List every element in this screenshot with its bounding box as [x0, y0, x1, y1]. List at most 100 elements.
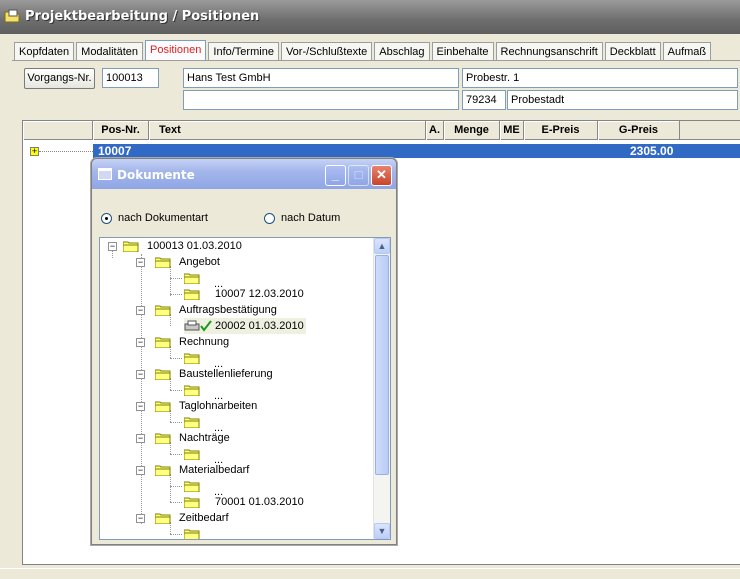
collapse-icon[interactable]: −: [136, 433, 145, 443]
tab-strip: Kopfdaten Modalitäten Positionen Info/Te…: [14, 40, 713, 61]
collapse-icon[interactable]: −: [136, 369, 145, 379]
tree-item[interactable]: [184, 414, 208, 430]
radio-by-type[interactable]: nach Dokumentart: [101, 212, 208, 224]
window-icon: [98, 168, 112, 180]
tree-item[interactable]: [184, 270, 208, 286]
tree-group-taglohnarbeiten[interactable]: − Taglohnarbeiten: [136, 398, 257, 414]
tree-group-baustellenlieferung[interactable]: − Baustellenlieferung: [136, 366, 273, 382]
tab-abschlag[interactable]: Abschlag: [374, 42, 430, 61]
tree-group-auftragsbestaetigung[interactable]: − Auftragsbestätigung: [136, 302, 277, 318]
tab-rechnungsanschrift[interactable]: Rechnungsanschrift: [495, 42, 603, 61]
document-tree[interactable]: − 100013 01.03.2010 − Angebot ... 10007 …: [99, 237, 391, 540]
tree-group-rechnung[interactable]: − Rechnung: [136, 334, 229, 350]
row-g-preis: 2305.00: [630, 144, 674, 158]
zip-field[interactable]: 79234: [462, 90, 506, 110]
folder-icon: [184, 529, 200, 539]
tree-item[interactable]: [184, 350, 208, 366]
dialog-title: Dokumente: [117, 168, 195, 182]
row-pos-nr: 10007: [98, 144, 132, 158]
tree-line: [170, 474, 171, 502]
tree-item-label: 20002 01.03.2010: [215, 320, 304, 332]
dialog-titlebar[interactable]: Dokumente _ □ ✕: [92, 159, 396, 189]
tree-item-selected[interactable]: 20002 01.03.2010: [184, 318, 306, 334]
tree-item[interactable]: 10007 12.03.2010: [184, 286, 304, 302]
folder-open-icon: [123, 241, 139, 252]
folder-icon: [155, 465, 171, 476]
window-titlebar: Projektbearbeitung / Positionen: [0, 0, 740, 34]
tree-item[interactable]: [184, 478, 208, 494]
tree-line: [170, 358, 182, 359]
radio-by-date[interactable]: nach Datum: [264, 212, 340, 224]
tab-vor-schlusstexte[interactable]: Vor-/Schlußtexte: [280, 42, 373, 61]
folder-icon: [184, 481, 200, 492]
col-e-preis[interactable]: E-Preis: [524, 121, 598, 140]
tree-line: [170, 454, 182, 455]
radio-by-date-label: nach Datum: [281, 212, 341, 224]
folder-icon: [184, 497, 200, 508]
vorgangs-nr-field[interactable]: 100013: [102, 68, 159, 88]
city-field[interactable]: Probestadt: [507, 90, 738, 110]
row-expand-icon[interactable]: +: [30, 147, 39, 156]
collapse-icon[interactable]: −: [136, 513, 145, 523]
folder-icon: [184, 385, 200, 396]
tree-line: [170, 278, 182, 279]
collapse-icon[interactable]: −: [136, 257, 145, 267]
scroll-up-icon[interactable]: ▲: [374, 238, 390, 254]
minimize-button[interactable]: _: [325, 165, 346, 186]
scroll-thumb[interactable]: [375, 255, 389, 475]
tree-group-label: Auftragsbestätigung: [179, 304, 277, 316]
tree-group-angebot[interactable]: − Angebot: [136, 254, 220, 270]
maximize-button[interactable]: □: [348, 165, 369, 186]
vorgangs-nr-button[interactable]: Vorgangs-Nr.: [24, 68, 95, 89]
printer-icon: [184, 320, 200, 331]
tab-modalitaeten[interactable]: Modalitäten: [76, 42, 144, 61]
tree-root-label: 100013 01.03.2010: [147, 240, 242, 252]
col-me[interactable]: ME: [500, 121, 524, 140]
tree-group-label: Rechnung: [179, 336, 230, 348]
customer-name2-field[interactable]: [183, 90, 459, 110]
tree-line: [170, 266, 171, 296]
window-title: Projektbearbeitung / Positionen: [25, 9, 260, 24]
tab-positionen[interactable]: Positionen: [145, 40, 207, 61]
col-expander[interactable]: [23, 121, 93, 140]
collapse-icon[interactable]: −: [136, 465, 145, 475]
collapse-icon[interactable]: −: [136, 401, 145, 411]
tree-item[interactable]: [184, 382, 208, 398]
tree-line: [170, 534, 182, 535]
col-text[interactable]: Text: [149, 121, 426, 140]
close-button[interactable]: ✕: [371, 165, 392, 186]
tree-item[interactable]: 70001 01.03.2010: [184, 494, 304, 510]
tree-item[interactable]: [184, 526, 208, 539]
street-field[interactable]: Probestr. 1: [462, 68, 738, 88]
tree-root[interactable]: − 100013 01.03.2010: [100, 238, 242, 254]
tab-einbehalte[interactable]: Einbehalte: [431, 42, 494, 61]
scroll-down-icon[interactable]: ▼: [374, 523, 390, 539]
tab-aufmass[interactable]: Aufmaß: [662, 42, 712, 61]
customer-name-field[interactable]: Hans Test GmbH: [183, 68, 459, 88]
tree-group-label: Materialbedarf: [179, 464, 250, 476]
tree-item[interactable]: [184, 446, 208, 462]
tab-deckblatt[interactable]: Deckblatt: [604, 42, 661, 61]
collapse-icon[interactable]: −: [108, 241, 117, 251]
col-a[interactable]: A.: [426, 121, 444, 140]
folder-icon: [184, 289, 200, 300]
collapse-icon[interactable]: −: [136, 305, 145, 315]
tree-scrollbar[interactable]: ▲ ▼: [373, 238, 390, 539]
tree-line: [170, 422, 182, 423]
collapse-icon[interactable]: −: [136, 337, 145, 347]
tree-group-materialbedarf[interactable]: − Materialbedarf: [136, 462, 249, 478]
tab-kopfdaten[interactable]: Kopfdaten: [14, 42, 75, 61]
table-row[interactable]: 10007 2305.00: [93, 144, 740, 158]
tree-line: [170, 390, 182, 391]
radio-by-type-label: nach Dokumentart: [118, 212, 208, 224]
tree-line: [170, 486, 182, 487]
col-menge[interactable]: Menge: [444, 121, 500, 140]
radio-off-icon: [264, 212, 275, 224]
tree-group-nachtraege[interactable]: − Nachträge: [136, 430, 230, 446]
folder-icon: [155, 337, 171, 348]
col-g-preis[interactable]: G-Preis: [598, 121, 680, 140]
tree-item-label: ...: [214, 534, 224, 540]
tab-info-termine[interactable]: Info/Termine: [208, 42, 279, 61]
col-pos-nr[interactable]: Pos-Nr.: [93, 121, 149, 140]
tree-group-zeitbedarf[interactable]: − Zeitbedarf: [136, 510, 229, 526]
